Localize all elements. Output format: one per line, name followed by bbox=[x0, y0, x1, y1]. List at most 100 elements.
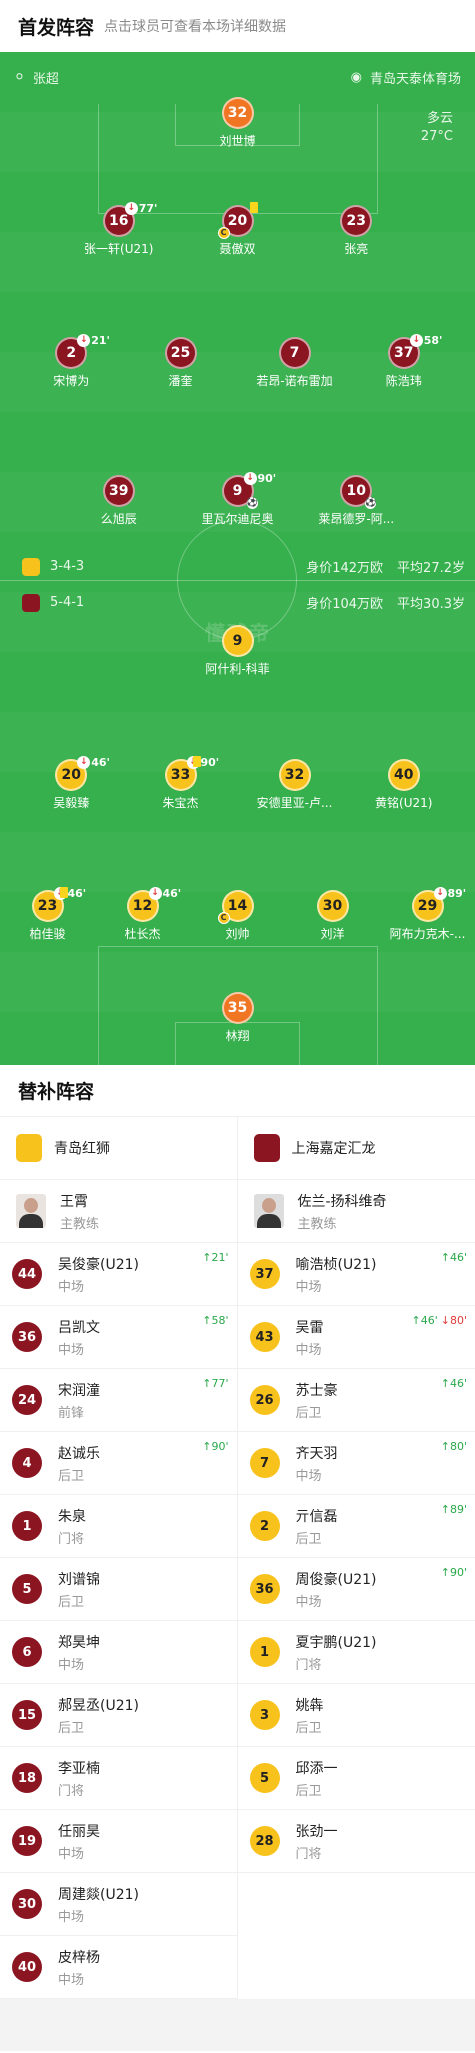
player-name: 安德里亚-卢... bbox=[256, 796, 333, 810]
venue: ◉ 青岛天泰体育场 bbox=[351, 68, 461, 87]
player-marker[interactable]: 10 ⚽ 莱昂德罗-阿... bbox=[301, 475, 411, 527]
sub-player-position: 后卫 bbox=[58, 1468, 85, 1484]
sub-player-row[interactable]: 19 任丽昊 中场 bbox=[0, 1810, 237, 1873]
player-marker[interactable]: 32 刘世博 bbox=[183, 97, 293, 149]
sub-player-number: 37 bbox=[249, 1259, 280, 1289]
sub-in-time: ↑58' bbox=[202, 1314, 229, 1327]
sub-player-row[interactable]: 5 邱添一 后卫 bbox=[237, 1747, 475, 1810]
away-avg-age: 平均30.3岁 bbox=[397, 597, 465, 612]
sub-events: ↑46' ↓80' bbox=[412, 1314, 468, 1327]
sub-player-row[interactable]: 15 郝昱丞(U21) 后卫 bbox=[0, 1684, 237, 1747]
home-coach[interactable]: 王霄 主教练 bbox=[0, 1180, 237, 1243]
sub-player-row[interactable]: 40 皮梓杨 中场 bbox=[0, 1936, 237, 1999]
sub-player-position: 中场 bbox=[295, 1279, 322, 1295]
player-marker[interactable]: 33↓90' 朱宝杰 bbox=[126, 756, 236, 811]
sub-out-indicator: ↓ 21' bbox=[77, 334, 110, 347]
home-team-header[interactable]: 青岛红狮 bbox=[0, 1117, 237, 1180]
player-marker[interactable]: 7 若昂-诺布雷加 bbox=[240, 337, 350, 389]
sub-player-number: 6 bbox=[12, 1637, 42, 1667]
player-number: 20 ↓ 46' bbox=[55, 756, 110, 791]
sub-player-name: 吕凯文 bbox=[58, 1319, 100, 1336]
player-number: 35 bbox=[221, 992, 254, 1024]
sub-out-icon: ↓ bbox=[409, 334, 423, 347]
sub-player-info: 吴雷 中场 bbox=[296, 1317, 324, 1358]
sub-time: 77' bbox=[138, 202, 158, 215]
player-name: 阿什利-科菲 bbox=[205, 662, 270, 676]
sub-out-indicator: ↓46' bbox=[148, 887, 181, 900]
referee: ⚪ 张超 bbox=[14, 68, 59, 87]
away-team-header[interactable]: 上海嘉定汇龙 bbox=[237, 1117, 475, 1180]
player-name: 林翔 bbox=[225, 1029, 250, 1043]
sub-player-row[interactable]: 36 周俊豪(U21) 中场 ↑90' bbox=[237, 1558, 475, 1621]
sub-events: ↑58' bbox=[202, 1314, 228, 1327]
player-marker[interactable]: 29 ↓ 89' 阿布力克木-... bbox=[373, 887, 475, 942]
player-marker[interactable]: 9 阿什利-科菲 bbox=[183, 625, 293, 677]
player-marker[interactable]: 32 安德里亚-卢... bbox=[240, 759, 350, 811]
sub-player-info: 夏宇鹏(U21) 门将 bbox=[296, 1632, 377, 1673]
sub-player-row[interactable]: 37 喻浩桢(U21) 中场 ↑46' bbox=[237, 1243, 475, 1306]
player-marker[interactable]: 39 么旭辰 bbox=[64, 475, 174, 527]
away-coach[interactable]: 佐兰-扬科维奇 主教练 bbox=[237, 1180, 475, 1243]
player-marker[interactable]: 2 ↓ 21' 宋博为 bbox=[16, 334, 126, 389]
sub-out-indicator: ↓ 77' bbox=[124, 202, 158, 215]
player-number: 7 bbox=[278, 337, 311, 369]
player-marker[interactable]: 25 潘奎 bbox=[126, 337, 236, 389]
player-marker[interactable]: 16 ↓ 77' 张一轩(U21) bbox=[64, 202, 174, 257]
yellow-card-icon bbox=[249, 202, 258, 213]
home-formation: 3-4-3 bbox=[50, 559, 85, 574]
sub-player-row[interactable]: 36 吕凯文 中场 ↑58' bbox=[0, 1306, 237, 1369]
sub-player-number: 2 bbox=[249, 1511, 280, 1541]
sub-player-row[interactable]: 3 姚犇 后卫 bbox=[237, 1684, 475, 1747]
sub-player-row[interactable]: 24 宋润潼 前锋 ↑77' bbox=[0, 1369, 237, 1432]
sub-events: ↑46' bbox=[441, 1251, 467, 1264]
home-team-logo-icon bbox=[16, 1134, 42, 1162]
player-marker[interactable]: 37 ↓ 58' 陈浩玮 bbox=[349, 334, 459, 389]
home-team-name: 青岛红狮 bbox=[54, 1141, 110, 1157]
sub-player-row[interactable]: 7 齐天羽 中场 ↑80' bbox=[237, 1432, 475, 1495]
sub-player-name: 亓信磊 bbox=[295, 1508, 338, 1525]
sub-player-name: 郑昊坤 bbox=[58, 1634, 100, 1651]
player-marker[interactable]: 14 C 刘帅 bbox=[183, 890, 293, 942]
sub-player-row[interactable]: 18 李亚楠 门将 bbox=[0, 1747, 237, 1810]
sub-player-position: 中场 bbox=[58, 1342, 85, 1358]
player-name: 若昂-诺布雷加 bbox=[256, 374, 333, 388]
sub-player-row[interactable]: 1 夏宇鹏(U21) 门将 bbox=[237, 1621, 475, 1684]
sub-time: 89' bbox=[447, 887, 467, 900]
sub-player-number: 4 bbox=[12, 1448, 42, 1478]
sub-player-row[interactable]: 1 朱泉 门将 bbox=[0, 1495, 237, 1558]
sub-player-position: 中场 bbox=[58, 1846, 85, 1862]
sub-events: ↑21' bbox=[202, 1251, 228, 1264]
sub-player-number: 5 bbox=[12, 1574, 42, 1604]
player-marker[interactable]: 12 ↓ 46' 杜长杰 bbox=[88, 887, 198, 942]
subs-table: 青岛红狮 王霄 主教练 44 吴俊豪(U21) 中场 ↑21' 36 吕凯文 中场 ↑58' 24… bbox=[0, 1117, 475, 1999]
player-marker[interactable]: 9 ↓ 90' ⚽ 里瓦尔迪尼奥 bbox=[183, 472, 293, 527]
player-marker[interactable]: 35 林翔 bbox=[183, 992, 293, 1044]
sub-player-row[interactable]: 28 张劲一 门将 bbox=[237, 1810, 475, 1873]
sub-player-row[interactable]: 30 周建燚(U21) 中场 bbox=[0, 1873, 237, 1936]
sub-player-row[interactable]: 2 亓信磊 后卫 ↑89' bbox=[237, 1495, 475, 1558]
sub-player-number: 30 bbox=[12, 1889, 42, 1919]
sub-in-time: ↑46' bbox=[411, 1314, 438, 1327]
sub-player-number: 40 bbox=[12, 1952, 42, 1982]
stadium-icon: ◉ bbox=[350, 70, 362, 85]
player-marker[interactable]: 30 刘洋 bbox=[278, 890, 388, 942]
sub-player-row[interactable]: 4 赵诚乐 后卫 ↑90' bbox=[0, 1432, 237, 1495]
sub-player-row[interactable]: 26 苏士豪 后卫 ↑46' bbox=[237, 1369, 475, 1432]
sub-player-row[interactable]: 5 刘谱锦 后卫 bbox=[0, 1558, 237, 1621]
sub-player-row[interactable]: 43 吴雷 中场 ↑46' ↓80' bbox=[237, 1306, 475, 1369]
player-marker[interactable]: 40 黄铭(U21) bbox=[349, 759, 459, 811]
player-number: 37 ↓ 58' bbox=[387, 334, 442, 369]
venue-name: 青岛天泰体育场 bbox=[369, 72, 461, 87]
sub-player-number: 3 bbox=[249, 1700, 280, 1730]
player-marker[interactable]: 23 张亮 bbox=[301, 205, 411, 257]
player-name: 张一轩(U21) bbox=[84, 242, 154, 256]
sub-player-row[interactable]: 6 郑昊坤 中场 bbox=[0, 1621, 237, 1684]
player-name: 黄铭(U21) bbox=[375, 796, 433, 810]
player-marker[interactable]: 20 ↓ 46' 吴毅臻 bbox=[16, 756, 126, 811]
sub-player-row[interactable]: 44 吴俊豪(U21) 中场 ↑21' bbox=[0, 1243, 237, 1306]
player-marker[interactable]: 20 C 聂傲双 bbox=[183, 202, 293, 257]
player-name: 莱昂德罗-阿... bbox=[318, 512, 395, 526]
sub-player-info: 苏士豪 后卫 bbox=[296, 1380, 338, 1421]
lineup-header: 首发阵容 点击球员可查看本场详细数据 bbox=[0, 0, 475, 52]
player-name: 刘世博 bbox=[219, 134, 256, 148]
